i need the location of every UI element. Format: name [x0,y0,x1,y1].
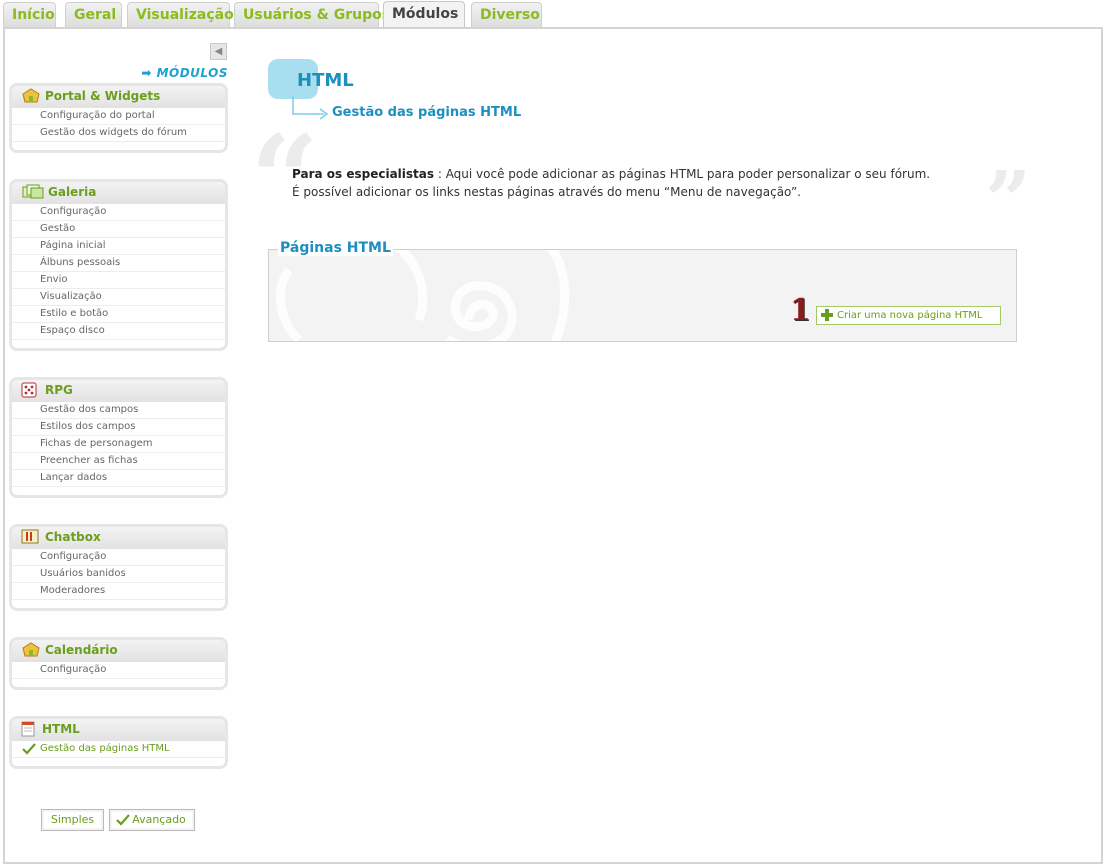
collapse-sidebar-button[interactable]: ◀ [210,43,227,60]
menu-section-title: RPG [45,383,73,397]
menu-section-header: HTML [12,719,225,741]
tab-geral[interactable]: Geral [65,2,122,28]
menu-section-galeria: Galeria Configuração Gestão Página inici… [9,179,228,351]
menu-item-preencher-fichas[interactable]: Preencher as fichas [12,453,225,470]
html-pages-fieldset [268,249,1017,342]
tab-usuarios-grupos[interactable]: Usuários & Grupos [234,2,390,28]
menu-item-moderadores[interactable]: Moderadores [12,583,225,600]
intro-text: Para os especialistas : Aqui você pode a… [292,165,972,201]
chatbox-icon [21,529,39,544]
menu-item-albuns-pessoais[interactable]: Álbuns pessoais [12,255,225,272]
menu-section-chatbox: Chatbox Configuração Usuários banidos Mo… [9,524,228,611]
menu-section-header: RPG [12,380,225,402]
menu-item-calendario-configuracao[interactable]: Configuração [12,662,225,679]
triangle-left-icon: ◀ [214,46,223,57]
menu-item-lancar-dados[interactable]: Lançar dados [12,470,225,487]
close-quote-icon: ” [985,153,1032,247]
create-html-page-button[interactable]: Criar uma nova página HTML [816,306,1001,325]
create-html-page-label: Criar uma nova página HTML [837,310,983,321]
menu-section-title: Calendário [45,643,118,657]
menu-section-calendario: Calendário Configuração [9,637,228,690]
menu-item-gestao-widgets[interactable]: Gestão dos widgets do fórum [12,125,225,142]
menu-item-estilos-campos[interactable]: Estilos dos campos [12,419,225,436]
menu-item-estilo-botao[interactable]: Estilo e botão [12,306,225,323]
menu-section-rpg: RPG Gestão dos campos Estilos dos campos… [9,377,228,498]
tab-diverso[interactable]: Diverso [471,2,542,28]
simple-mode-button[interactable]: Simples [41,809,104,831]
menu-item-configuracao-portal[interactable]: Configuração do portal [12,108,225,125]
menu-section-portal: Portal & Widgets Configuração do portal … [9,83,228,153]
checkmark-icon [116,814,130,826]
menu-item-visualizacao[interactable]: Visualização [12,289,225,306]
menu-item-usuarios-banidos[interactable]: Usuários banidos [12,566,225,583]
dice-icon [21,382,37,398]
checkmark-icon [22,743,36,755]
menu-item-chatbox-configuracao[interactable]: Configuração [12,549,225,566]
portal-icon [22,88,40,103]
menu-section-header: Portal & Widgets [12,86,225,108]
menu-section-header: Galeria [12,182,225,204]
menu-item-galeria-configuracao[interactable]: Configuração [12,204,225,221]
menu-section-title: Portal & Widgets [45,89,161,103]
menu-item-envio[interactable]: Envio [12,272,225,289]
menu-section-title: Chatbox [45,530,101,544]
menu-section-header: Chatbox [12,527,225,549]
intro-line1: : Aqui você pode adicionar as páginas HT… [434,167,931,181]
sidebar-title: ➡ MÓDULOS [141,66,228,80]
menu-section-html: HTML Gestão das páginas HTML [9,716,228,769]
tab-modulos[interactable]: Módulos [383,1,465,29]
intro-strong: Para os especialistas [292,167,435,181]
menu-section-title: Galeria [48,185,97,199]
calendar-icon [22,642,40,657]
menu-section-title: HTML [42,722,80,736]
fieldset-legend: Páginas HTML [278,240,393,256]
advanced-mode-button[interactable]: Avançado [109,809,195,831]
tab-inicio[interactable]: Início [3,2,56,28]
menu-item-label: Gestão das páginas HTML [40,743,170,754]
intro-line2: É possível adicionar os links nestas pág… [292,185,801,199]
swirl-decoration [275,250,570,341]
menu-item-gestao-campos[interactable]: Gestão dos campos [12,402,225,419]
page-title: HTML [297,70,354,91]
advanced-mode-label: Avançado [132,813,186,826]
tab-visualizacao[interactable]: Visualização [127,2,234,28]
html-page-icon [21,721,35,737]
plus-icon [821,309,833,321]
gallery-icon [22,184,44,199]
menu-item-fichas-personagem[interactable]: Fichas de personagem [12,436,225,453]
menu-section-header: Calendário [12,640,225,662]
menu-item-gestao-paginas-html[interactable]: Gestão das páginas HTML [12,741,225,758]
menu-item-galeria-gestao[interactable]: Gestão [12,221,225,238]
page-subtitle: Gestão das páginas HTML [332,105,522,120]
step-number: 1 [790,293,811,328]
menu-item-espaco-disco[interactable]: Espaço disco [12,323,225,340]
menu-item-pagina-inicial[interactable]: Página inicial [12,238,225,255]
